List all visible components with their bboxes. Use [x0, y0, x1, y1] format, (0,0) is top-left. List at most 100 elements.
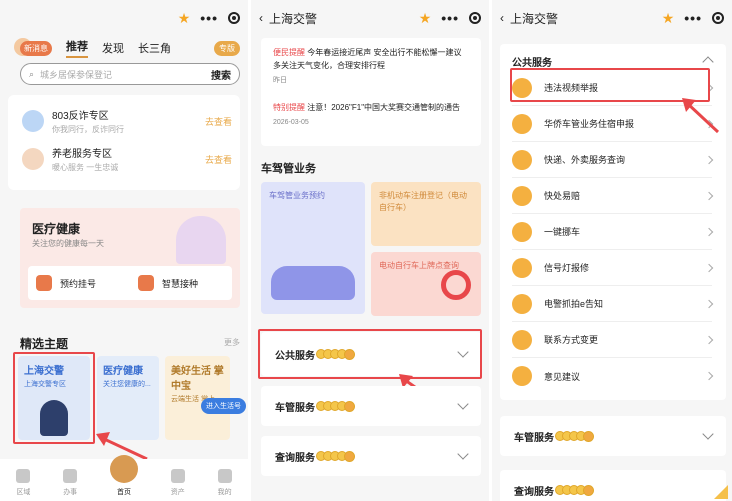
news-text: 注意！2026"F1"中国大奖赛交通管制的通告 [307, 103, 461, 112]
enter-life-button[interactable]: 进入生活号 [201, 398, 246, 414]
tab-recommend[interactable]: 推荐 [66, 38, 88, 58]
tab-discover[interactable]: 发现 [102, 40, 124, 56]
vaccination-button[interactable]: 智慧接种 [130, 275, 232, 291]
page-title: 上海交警 [510, 11, 559, 26]
ebike-plate-card[interactable]: 电动自行车上牌点查询 [371, 252, 481, 316]
list-item-label: 信号灯报修 [544, 263, 590, 273]
ebike-plate-label: 电动自行车上牌点查询 [379, 261, 459, 270]
news-tag: 便民提醒 [273, 48, 305, 57]
theme-card-subtitle: 关注您健康的... [103, 381, 151, 388]
more-icon[interactable]: ••• [684, 10, 702, 26]
star-icon[interactable]: ★ [178, 10, 191, 27]
more-icon[interactable]: ••• [200, 10, 218, 26]
back-icon[interactable]: ‹ [500, 11, 504, 25]
list-item[interactable]: 便民提醒 今年春运接近尾声 安全出行不能松懈一建议多关注天气变化，合理安排行程 … [273, 46, 469, 87]
tab-assets[interactable]: 资产 [170, 469, 185, 497]
list-item[interactable]: 803反诈专区 你我同行，反诈同行 去查看 [22, 107, 232, 135]
list-item[interactable]: 电警抓拍e告知 [512, 286, 714, 322]
list-item-label: 华侨车管业务住宿申报 [544, 119, 635, 129]
public-service-panel: ‹ 上海交警 ★ ••• 公共服务 违法视频举报 华侨车管业务住宿申报 快递、外… [492, 0, 732, 501]
accordion-label: 查询服务 [514, 486, 554, 498]
list-item[interactable]: 养老服务专区 暖心服务 一生忠诚 去查看 [22, 145, 232, 173]
tab-yangtze-delta[interactable]: 长三角 [138, 40, 171, 56]
zhuanti-badge[interactable]: 专版 [214, 40, 240, 56]
ebike-register-label: 非机动车注册登记（电动自行车） [379, 191, 467, 212]
news-date: 2026-03-05 [273, 119, 309, 126]
accordion-vehicle-service[interactable]: 车管服务 [261, 386, 481, 426]
search-placeholder: 城乡居保参保登记 [40, 69, 113, 80]
tab-label: 办事 [63, 489, 78, 496]
list-item[interactable]: 意见建议 [512, 358, 714, 394]
tab-services[interactable]: 办事 [63, 469, 78, 497]
coins-icon [555, 484, 594, 496]
elderly-icon [22, 148, 44, 170]
vaccine-icon [138, 275, 154, 291]
chevron-right-icon [704, 335, 714, 344]
health-banner[interactable]: 医疗健康 关注您的健康每一天 预约挂号 智慧接种 [20, 208, 240, 308]
top-bar: ★ ••• [0, 0, 248, 36]
feedback-icon [512, 366, 532, 386]
list-item[interactable]: 一键挪车 [512, 214, 714, 250]
theme-more-link[interactable]: 更多 [224, 337, 240, 348]
police-home-panel: ‹ 上海交警 ★ ••• 便民提醒 今年春运接近尾声 安全出行不能松懈一建议多关… [251, 0, 489, 501]
go-view-link[interactable]: 去查看 [205, 115, 232, 128]
chevron-up-icon[interactable] [702, 56, 714, 68]
accordion-query-service[interactable]: 查询服务 [500, 470, 726, 501]
camera-icon [512, 293, 532, 314]
list-item[interactable]: 快处易赔 [512, 178, 714, 214]
service-card: 803反诈专区 你我同行，反诈同行 去查看 养老服务专区 暖心服务 一生忠诚 去… [8, 95, 240, 190]
tab-region[interactable]: 区域 [16, 469, 31, 497]
chevron-right-icon [704, 263, 714, 272]
region-icon [16, 469, 31, 483]
chevron-right-icon [704, 299, 714, 308]
appointment-button[interactable]: 预约挂号 [28, 275, 130, 291]
list-item[interactable]: 联系方式变更 [512, 322, 714, 358]
chevron-right-icon [704, 371, 714, 381]
home-icon [109, 455, 138, 483]
appointment-card-label: 车驾管业务预约 [269, 191, 325, 200]
close-target-icon[interactable] [469, 12, 481, 24]
coins-icon [316, 450, 355, 462]
list-item-label: 意见建议 [544, 371, 581, 382]
ebike-register-card[interactable]: 非机动车注册登记（电动自行车） [371, 182, 481, 246]
delivery-icon [512, 149, 532, 170]
theme-card-title: 医疗健康 [103, 366, 143, 377]
more-icon[interactable]: ••• [441, 10, 459, 26]
search-input[interactable]: ⌕ 城乡居保参保登记 搜索 [20, 63, 240, 85]
list-item[interactable]: 信号灯报修 [512, 250, 714, 286]
close-target-icon[interactable] [228, 12, 240, 24]
highlight-box [258, 329, 482, 379]
list-item[interactable]: 特别提醒 注意！2026"F1"中国大奖赛交通管制的通告 2026-03-05 [273, 101, 469, 129]
tab-mine[interactable]: 我的 [217, 469, 232, 497]
theme-section-title: 精选主题 [20, 337, 69, 351]
list-header: 公共服务 [512, 58, 552, 69]
search-button[interactable]: 搜索 [211, 67, 231, 82]
star-icon[interactable]: ★ [662, 10, 675, 27]
magnifier-icon [441, 270, 471, 300]
tab-home[interactable]: 首页 [109, 455, 138, 497]
go-view-link[interactable]: 去查看 [205, 153, 232, 166]
list-item-label: 一键挪车 [544, 227, 581, 237]
traffic-light-icon [512, 257, 532, 278]
accordion-label: 查询服务 [275, 452, 315, 464]
star-icon[interactable]: ★ [419, 10, 432, 27]
new-message-badge[interactable]: 新消息 [20, 40, 52, 56]
section-title: 车驾管业务 [261, 163, 316, 175]
chevron-right-icon [704, 155, 714, 164]
appointment-card[interactable]: 车驾管业务预约 [261, 182, 365, 314]
pointer-arrow [682, 98, 720, 134]
list-item-label: 电警抓拍e告知 [544, 299, 604, 309]
health-title: 医疗健康 [32, 222, 81, 236]
accordion-vehicle-service[interactable]: 车管服务 [500, 416, 726, 456]
back-icon[interactable]: ‹ [259, 11, 263, 25]
theme-card-title: 美好生活 掌中宝 [171, 366, 224, 392]
tab-label: 首页 [116, 489, 131, 496]
pen-icon [63, 469, 78, 483]
health-actions: 预约挂号 智慧接种 [28, 266, 232, 300]
service-subtitle: 你我同行，反诈同行 [52, 125, 124, 134]
user-icon [217, 469, 232, 483]
antifraud-icon [22, 110, 44, 132]
list-item[interactable]: 快递、外卖服务查询 [512, 142, 714, 178]
accordion-query-service[interactable]: 查询服务 [261, 436, 481, 476]
close-target-icon[interactable] [712, 12, 724, 24]
